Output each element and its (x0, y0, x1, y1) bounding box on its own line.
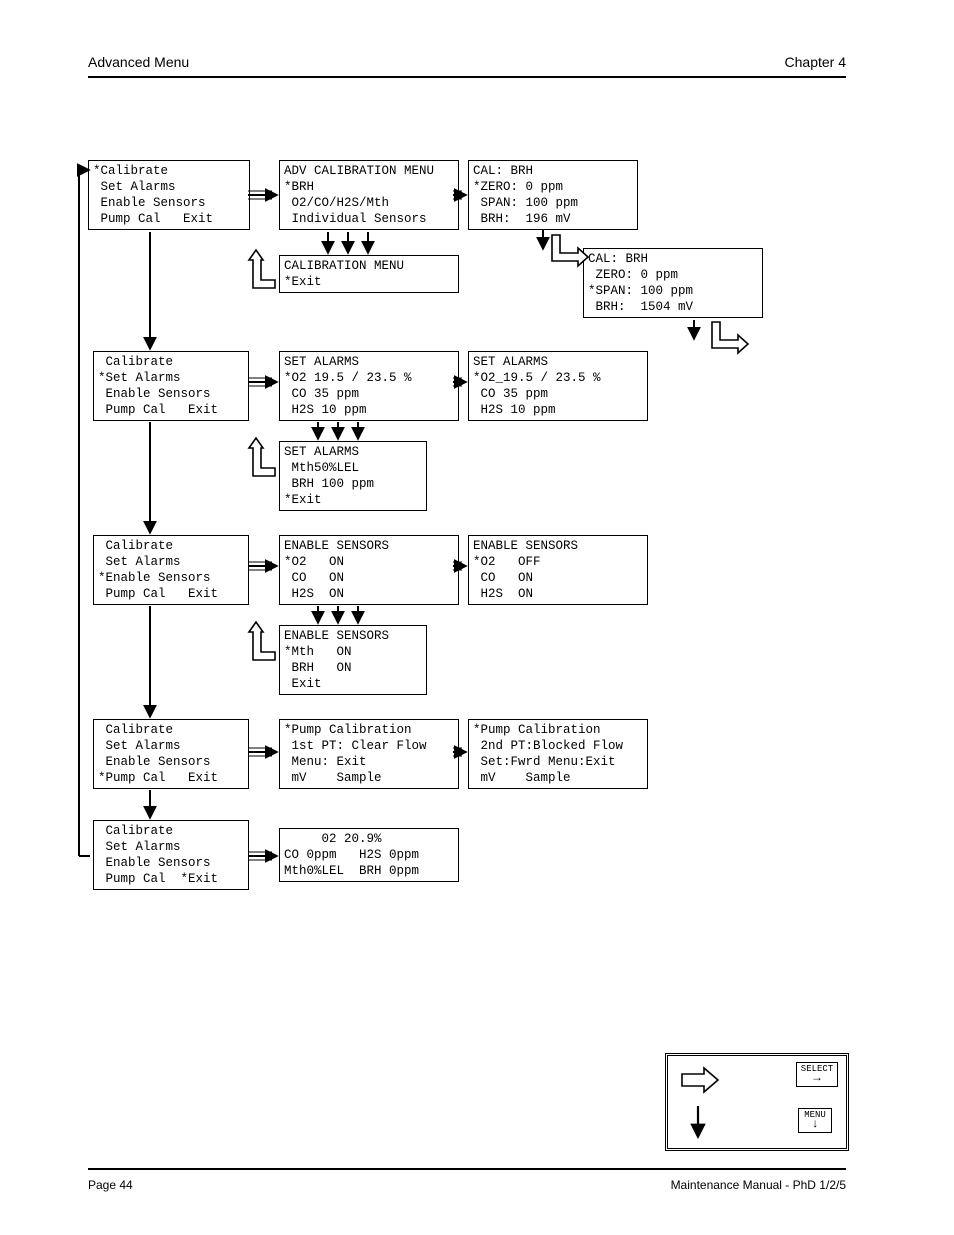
footer-left: Page 44 (88, 1178, 133, 1192)
select-keycap: SELECT → (796, 1062, 838, 1087)
menu-keycap: MENU ↓ (798, 1108, 832, 1133)
footer-right: Maintenance Manual - PhD 1/2/5 (671, 1178, 846, 1192)
legend-hollow-right-icon (682, 1068, 718, 1092)
arrow-right-icon: → (813, 1073, 820, 1083)
legend-box: SELECT → MENU ↓ (665, 1053, 849, 1151)
footer: Page 44 Maintenance Manual - PhD 1/2/5 (88, 1178, 846, 1192)
footer-rule (88, 1168, 846, 1170)
connectors-svg (0, 0, 954, 1235)
arrow-down-icon: ↓ (811, 1119, 818, 1129)
page: Advanced Menu Chapter 4 *Calibrate Set A… (0, 0, 954, 1235)
legend-select-key: SELECT → (796, 1062, 838, 1087)
legend-menu-key: MENU ↓ (798, 1108, 832, 1133)
